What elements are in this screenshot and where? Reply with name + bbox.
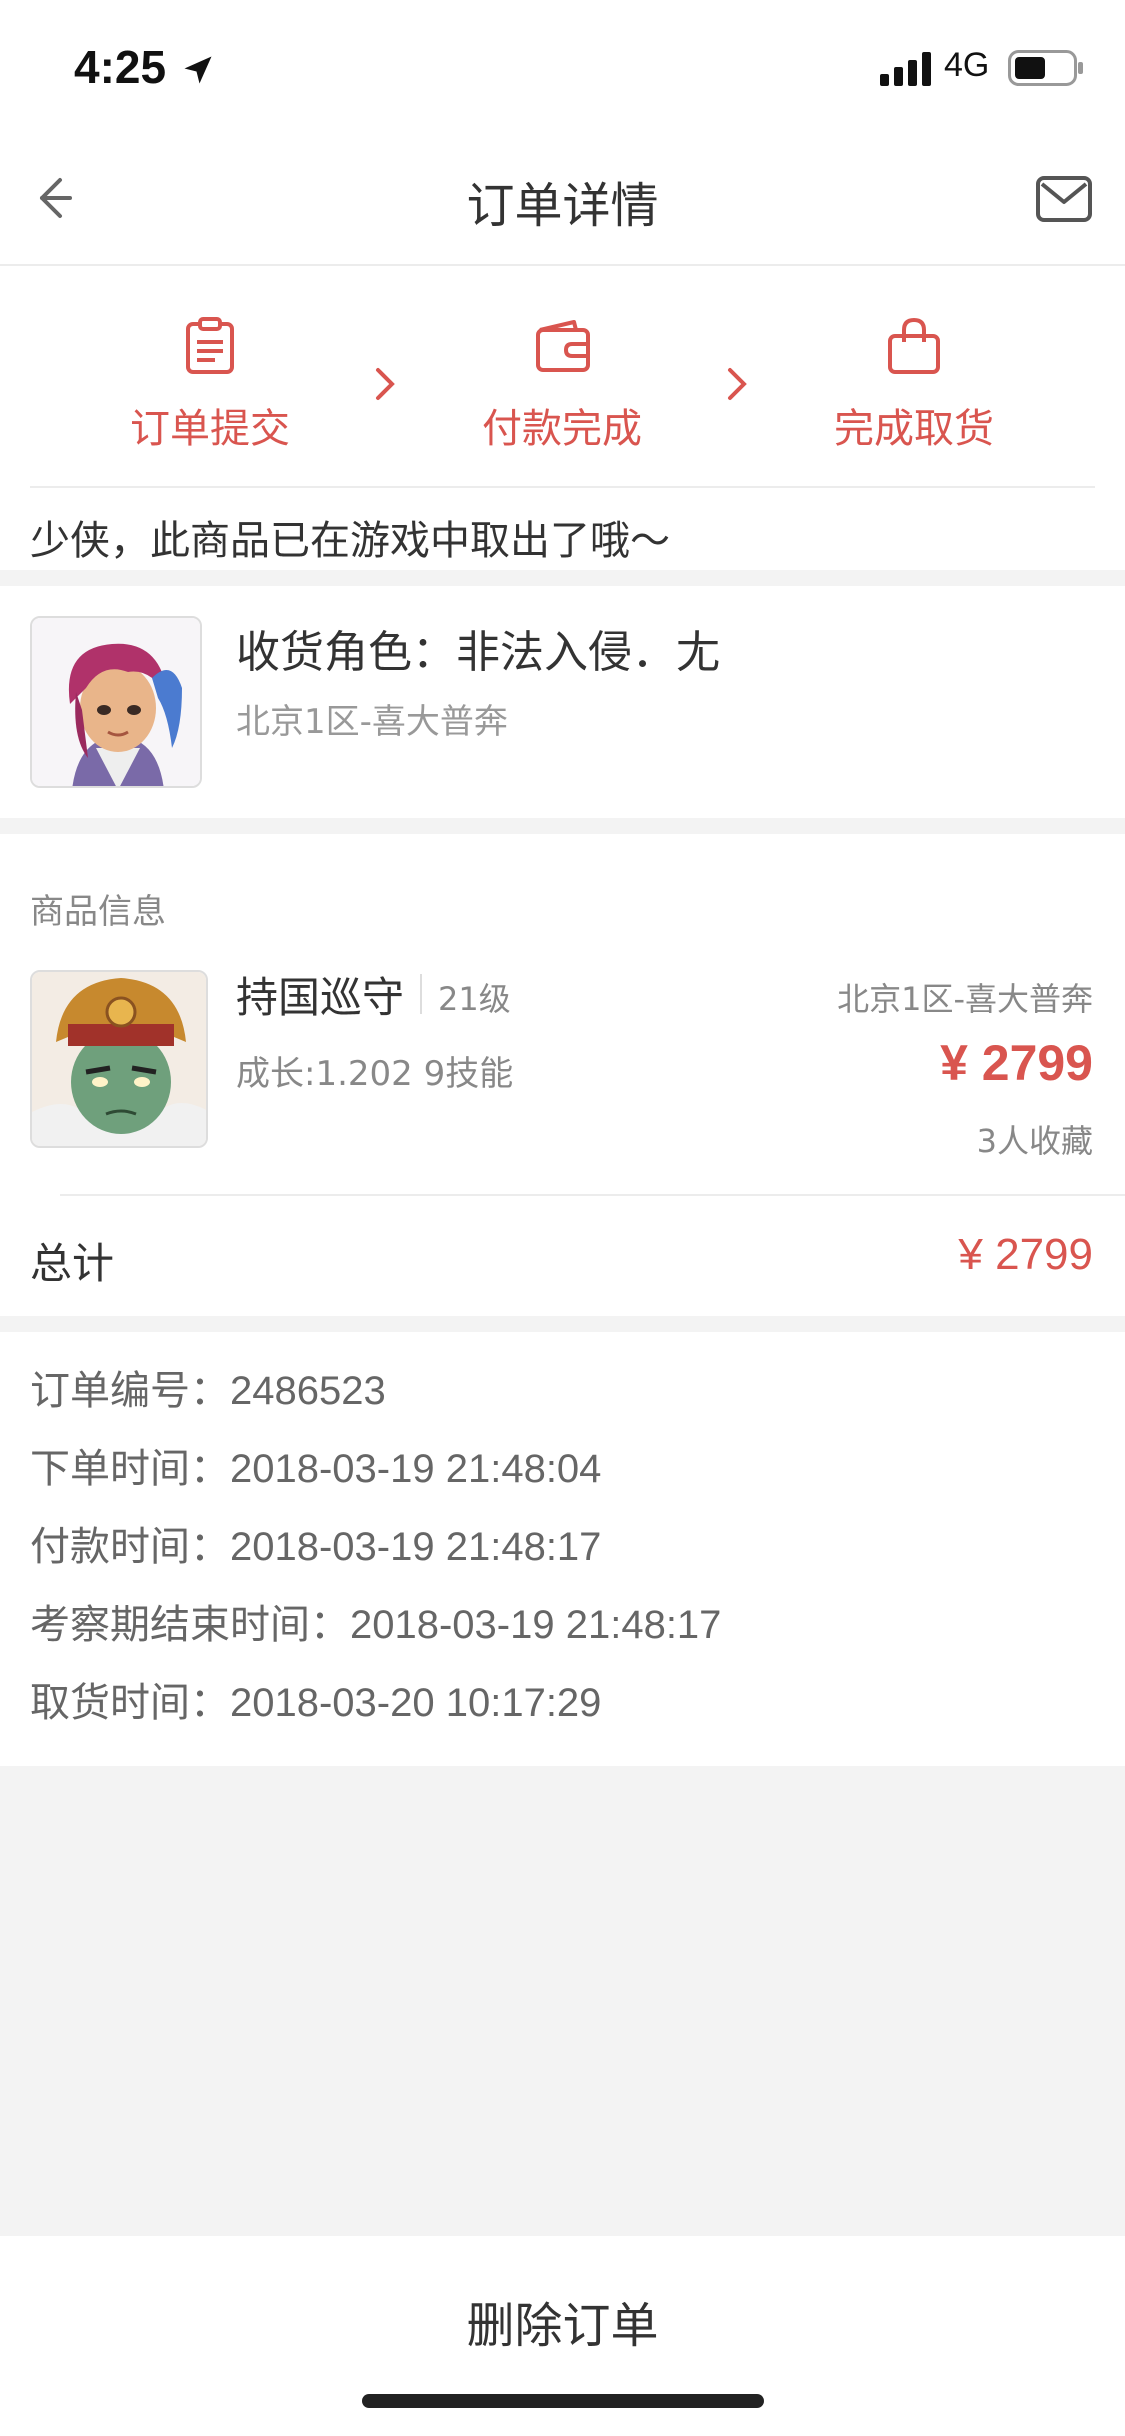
favorites-count: 3人收藏 bbox=[976, 1122, 1093, 1160]
network-label: 4G bbox=[944, 46, 990, 84]
role-avatar bbox=[30, 616, 202, 788]
goods-info-card[interactable]: 商品信息 持国巡守 21级 成长:1.202 9技能 北京1区-喜大普奔 ¥ 2… bbox=[0, 834, 1125, 1316]
goods-level: 21级 bbox=[438, 980, 511, 1018]
order-time-row: 下单时间：2018-03-19 21:48:04 bbox=[30, 1436, 601, 1494]
order-info: 订单编号：2486523 下单时间：2018-03-19 21:48:04 付款… bbox=[0, 1332, 1125, 1766]
pickup-notice: 少侠，此商品已在游戏中取出了哦～ bbox=[0, 486, 1125, 570]
goods-name: 持国巡守 bbox=[236, 973, 405, 1022]
order-number-row: 订单编号：2486523 bbox=[30, 1358, 386, 1416]
wallet-icon bbox=[536, 320, 590, 372]
battery-icon bbox=[1008, 50, 1083, 86]
page-title: 订单详情 bbox=[466, 178, 659, 234]
notice-text: 少侠，此商品已在游戏中取出了哦～ bbox=[30, 518, 670, 564]
step-label: 订单提交 bbox=[130, 406, 290, 452]
info-key: 下单时间： bbox=[30, 1446, 230, 1492]
total-value: ¥ 2799 bbox=[958, 1230, 1093, 1279]
total-label: 总计 bbox=[30, 1239, 115, 1288]
step-payment-complete: 付款完成 bbox=[442, 316, 682, 454]
info-value: 2018-03-19 21:48:17 bbox=[230, 1525, 602, 1569]
step-label: 付款完成 bbox=[482, 406, 642, 452]
location-arrow-icon bbox=[184, 56, 212, 84]
section-title: 商品信息 bbox=[30, 892, 166, 932]
clipboard-icon bbox=[186, 317, 234, 374]
signal-icon bbox=[880, 52, 931, 86]
navigation-bar: 订单详情 bbox=[0, 132, 1125, 266]
info-key: 订单编号： bbox=[30, 1368, 230, 1414]
divider bbox=[60, 1194, 1125, 1196]
pickup-time-row: 取货时间：2018-03-20 10:17:29 bbox=[30, 1670, 601, 1728]
chevron-right-icon bbox=[376, 368, 395, 400]
info-key: 取货时间： bbox=[30, 1680, 230, 1726]
delete-order-button[interactable]: 删除订单 bbox=[0, 2286, 1125, 2356]
shopping-bag-icon bbox=[888, 317, 940, 374]
home-indicator[interactable] bbox=[362, 2394, 764, 2408]
info-key: 考察期结束时间： bbox=[30, 1602, 350, 1648]
review-end-time-row: 考察期结束时间：2018-03-19 21:48:17 bbox=[30, 1592, 721, 1650]
info-key: 付款时间： bbox=[30, 1524, 230, 1570]
info-value: 2486523 bbox=[230, 1369, 386, 1413]
character-portrait-icon bbox=[32, 618, 200, 786]
receiving-role-card: 收货角色：非法入侵．尢 北京1区-喜大普奔 bbox=[0, 586, 1125, 818]
role-name: 收货角色：非法入侵．尢 bbox=[236, 627, 720, 678]
info-value: 2018-03-19 21:48:17 bbox=[350, 1603, 722, 1647]
goods-image[interactable] bbox=[30, 970, 208, 1148]
status-time: 4:25 bbox=[74, 41, 167, 93]
goods-attributes: 成长:1.202 9技能 bbox=[236, 1054, 514, 1094]
role-server: 北京1区-喜大普奔 bbox=[236, 702, 508, 742]
divider bbox=[30, 486, 1095, 488]
info-value: 2018-03-19 21:48:04 bbox=[230, 1447, 602, 1491]
status-bar: 4:25 4G bbox=[0, 0, 1125, 132]
divider bbox=[420, 974, 422, 1014]
step-order-submitted: 订单提交 bbox=[90, 316, 330, 454]
payment-time-row: 付款时间：2018-03-19 21:48:17 bbox=[30, 1514, 601, 1572]
mail-icon[interactable] bbox=[1034, 172, 1094, 226]
goods-price: ¥ 2799 bbox=[940, 1035, 1093, 1091]
step-label: 完成取货 bbox=[834, 406, 994, 452]
order-progress: 订单提交 付款完成 完成取货 bbox=[0, 266, 1125, 486]
info-value: 2018-03-20 10:17:29 bbox=[230, 1681, 602, 1725]
step-pickup-complete: 完成取货 bbox=[794, 316, 1034, 454]
chevron-right-icon bbox=[728, 368, 747, 400]
goods-server: 北京1区-喜大普奔 bbox=[837, 980, 1093, 1018]
character-portrait-icon bbox=[32, 972, 206, 1146]
